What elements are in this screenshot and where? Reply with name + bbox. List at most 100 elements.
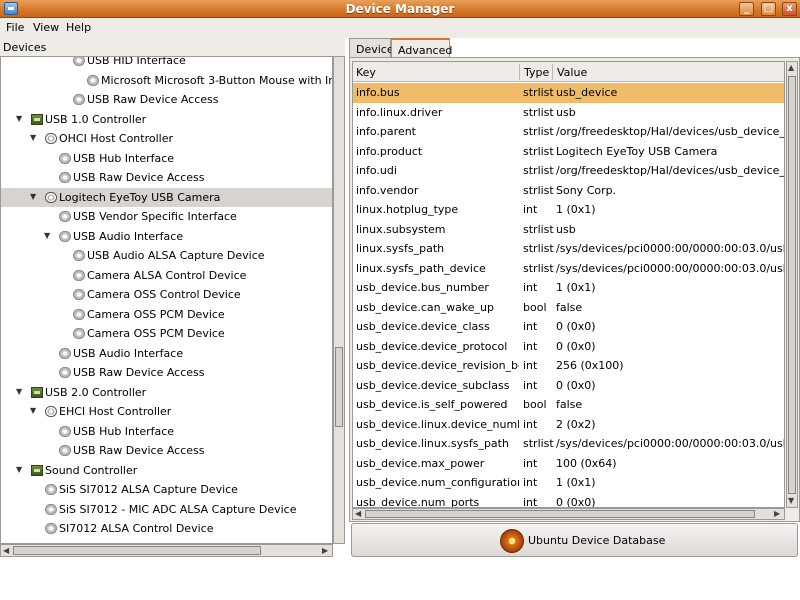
cell-value: /org/freedesktop/Hal/devices/usb_device_… <box>556 125 785 138</box>
tree-item[interactable]: ▼ USB Audio Interface <box>1 227 332 246</box>
tree-item[interactable]: USB Audio Interface <box>1 344 332 363</box>
table-row[interactable]: usb_device.linux.device_number int 2 (0x2) <box>353 415 784 435</box>
tree-item[interactable]: USB HID Interface <box>1 56 332 70</box>
expander-icon[interactable]: ▼ <box>16 114 26 124</box>
cell-type: strlist <box>523 222 554 236</box>
expander-icon[interactable]: ▼ <box>30 133 40 143</box>
tree-item[interactable]: USB Raw Device Access <box>1 168 332 187</box>
tree-item[interactable]: Camera OSS Control Device <box>1 285 332 304</box>
tree-item[interactable]: Camera ALSA Control Device <box>1 266 332 285</box>
expander-icon[interactable]: ▼ <box>30 406 40 416</box>
table-row[interactable]: info.udi strlist/org/freedesktop/Hal/devi… <box>353 161 784 181</box>
table-row[interactable]: usb_device.linux.sysfs_path strlist/sys/d… <box>353 434 784 454</box>
tree-item[interactable]: SiS SI7012 - MIC ADC ALSA Capture Device <box>1 500 332 519</box>
menu-file[interactable]: File <box>6 21 24 34</box>
tree-item[interactable]: Camera OSS PCM Device <box>1 305 332 324</box>
maximize-button[interactable]: □ <box>761 2 776 16</box>
table-row[interactable]: usb_device.is_self_powered bool false <box>353 395 784 415</box>
column-key[interactable]: Key <box>356 66 376 79</box>
tree-item[interactable]: USB Hub Interface <box>1 422 332 441</box>
table-row[interactable]: usb_device.max_power int 100 (0x64) <box>353 454 784 474</box>
column-separator[interactable] <box>519 64 520 80</box>
menu-help[interactable]: Help <box>66 21 91 34</box>
table-row[interactable]: info.vendor strlist Sony Corp. <box>353 181 784 201</box>
table-row[interactable]: usb_device.can_wake_up bool false <box>353 298 784 318</box>
advanced-panel: Key Type Value info.bus strlist usb_device… <box>349 57 800 522</box>
tree-item[interactable]: ▼ EHCI Host Controller <box>1 402 332 421</box>
scroll-right-icon[interactable]: ▶ <box>322 546 328 555</box>
cell-key: usb_device.device_subclass <box>356 378 510 392</box>
device-tree[interactable]: USB HID Interface Microsoft Microsoft 3-B… <box>0 56 333 544</box>
tree-item[interactable]: SI7012 ALSA Control Device <box>1 519 332 538</box>
tree-hscroll-thumb[interactable] <box>13 546 261 555</box>
table-row[interactable]: info.linux.driver strlist usb <box>353 103 784 123</box>
table-row[interactable]: info.product strlist Logitech EyeToy USB C… <box>353 142 784 162</box>
expander-icon[interactable]: ▼ <box>44 231 54 241</box>
tree-vertical-scrollbar[interactable] <box>333 56 345 544</box>
tree-item[interactable]: ▼ USB 1.0 Controller <box>1 110 332 129</box>
tab-device[interactable]: Device <box>349 38 394 58</box>
table-row[interactable]: usb_device.bus_number int 1 (0x1) <box>353 278 784 298</box>
tree-item-label: EHCI Host Controller <box>59 405 172 418</box>
tree-vscroll-thumb[interactable] <box>335 347 343 427</box>
table-row[interactable]: linux.hotplug_type int 1 (0x1) <box>353 200 784 220</box>
expander-icon[interactable]: ▼ <box>16 387 26 397</box>
tab-advanced[interactable]: Advanced <box>391 38 452 58</box>
table-row[interactable]: usb_device.device_protocol int 0 (0x0) <box>353 337 784 357</box>
tree-item[interactable]: USB Hub Interface <box>1 149 332 168</box>
tree-item-label: USB HID Interface <box>87 56 186 67</box>
tree-item[interactable]: Microsoft Microsoft 3-Button Mouse with … <box>1 71 332 90</box>
expander-icon[interactable]: ▼ <box>16 465 26 475</box>
tree-item[interactable]: ▼ Sound Controller <box>1 461 332 480</box>
table-row[interactable]: usb_device.device_subclass int 0 (0x0) <box>353 376 784 396</box>
tree-item[interactable]: USB Raw Device Access <box>1 363 332 382</box>
tree-item[interactable]: ▼ Logitech EyeToy USB Camera <box>1 187 332 207</box>
cell-value: usb <box>556 222 576 236</box>
tree-horizontal-scrollbar[interactable]: ◀ ▶ <box>0 544 333 557</box>
table-row[interactable]: usb_device.num_configurations int 1 (0x1) <box>353 473 784 493</box>
table-horizontal-scrollbar[interactable]: ◀ ▶ <box>352 508 785 520</box>
tree-item-label: SiS SI7012 - MIC ADC ALSA Capture Device <box>59 502 297 516</box>
usb-icon <box>45 133 57 144</box>
expander-icon[interactable]: ▼ <box>30 192 40 202</box>
scroll-up-icon[interactable]: ▲ <box>788 63 794 72</box>
table-row[interactable]: usb_device.device_class int 0 (0x0) <box>353 317 784 337</box>
table-vertical-scrollbar[interactable]: ▲ ▼ <box>786 61 798 508</box>
table-row[interactable]: linux.subsystem strlist usb <box>353 220 784 240</box>
properties-table[interactable]: Key Type Value info.bus strlist usb_device… <box>352 61 785 508</box>
table-row[interactable]: usb_device.num_ports int 0 (0x0) <box>353 493 784 508</box>
tree-item[interactable]: USB Audio ALSA Capture Device <box>1 246 332 265</box>
ubuntu-device-database-button[interactable]: Ubuntu Device Database <box>351 523 798 557</box>
tree-item[interactable]: ▼ USB 2.0 Controller <box>1 383 332 402</box>
table-row[interactable]: usb_device.device_revision_bcd int 256 (0x… <box>353 356 784 376</box>
scroll-down-icon[interactable]: ▼ <box>788 496 794 505</box>
scroll-right-icon[interactable]: ▶ <box>774 509 780 518</box>
scroll-left-icon[interactable]: ◀ <box>355 509 361 518</box>
column-value[interactable]: Value <box>557 66 587 79</box>
tree-item[interactable]: ▼ OHCI Host Controller <box>1 129 332 148</box>
tree-item[interactable]: SiS SI7012 ALSA Capture Device <box>1 480 332 499</box>
minimize-button[interactable]: _ <box>739 2 754 16</box>
column-type[interactable]: Type <box>524 66 549 79</box>
column-separator[interactable] <box>552 64 553 80</box>
table-vscroll-thumb[interactable] <box>788 76 796 494</box>
scroll-left-icon[interactable]: ◀ <box>3 546 9 555</box>
cell-key: usb_device.can_wake_up <box>356 300 495 314</box>
cell-type: bool <box>523 300 547 314</box>
tree-item[interactable]: USB Raw Device Access <box>1 441 332 460</box>
table-row[interactable]: info.bus strlist usb_device <box>353 83 784 103</box>
menu-view[interactable]: View <box>33 21 59 34</box>
controller-icon <box>31 464 43 476</box>
tree-item[interactable]: USB Raw Device Access <box>1 90 332 109</box>
table-row[interactable]: info.parent strlist/org/freedesktop/Hal/d… <box>353 122 785 142</box>
tree-item[interactable]: Camera OSS PCM Device <box>1 324 332 343</box>
table-row[interactable]: linux.sysfs_path strlist/sys/devices/pci0… <box>353 239 784 259</box>
table-hscroll-thumb[interactable] <box>365 510 755 518</box>
cell-key: linux.sysfs_path_device <box>356 261 486 275</box>
device-icon <box>73 269 85 281</box>
table-row[interactable]: linux.sysfs_path_device strlist/sys/devic… <box>353 259 784 279</box>
close-button[interactable]: x <box>782 2 797 16</box>
tree-item-label: OHCI Host Controller <box>59 132 174 145</box>
tree-item[interactable]: USB Vendor Specific Interface <box>1 207 332 226</box>
cell-value: false <box>556 398 583 411</box>
